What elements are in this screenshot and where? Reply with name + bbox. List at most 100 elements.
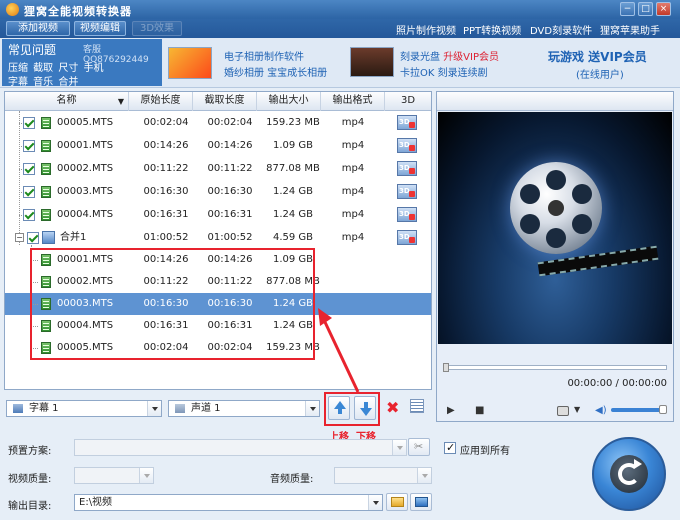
effects-3d-button[interactable]: 3D效果 [132, 21, 182, 36]
3d-toggle-icon[interactable]: 3D [397, 161, 417, 176]
table-row[interactable]: 00004.MTS 00:16:31 00:16:31 1.24 GB mp4 … [5, 204, 431, 226]
seek-bar[interactable] [443, 363, 667, 372]
col-name[interactable]: 名称 ▼ [5, 92, 129, 111]
faq-title: 常见问题 [8, 43, 57, 57]
preview-panel: 00:00:00 / 00:00:00 ▶ ■ ▼ ◀) [436, 91, 674, 422]
preview-header [437, 92, 673, 111]
faq-links-line1[interactable]: 压缩 截取 尺寸 手机 [8, 59, 104, 74]
chevron-down-icon [368, 495, 382, 510]
table-row[interactable]: 00001.MTS 00:14:26 00:14:26 1.09 GB mp4 … [5, 135, 431, 157]
output-dir-select[interactable]: E:\视频 [74, 494, 383, 511]
chevron-down-icon[interactable]: ▼ [574, 405, 580, 414]
volume-slider[interactable] [611, 405, 667, 414]
output-format[interactable]: mp4 [323, 227, 383, 249]
open-folder-icon [415, 497, 428, 507]
faq-panel[interactable]: 常见问题 客服QQ876292449 压缩 截取 尺寸 手机 字幕 音乐 合并 [2, 39, 162, 88]
folder-icon [391, 497, 404, 507]
col-cut[interactable]: 截取长度 [193, 92, 257, 111]
col-3d[interactable]: 3D [385, 92, 431, 111]
output-format[interactable]: mp4 [323, 112, 383, 134]
output-format[interactable]: mp4 [323, 181, 383, 203]
annotation-arrow-icon [318, 308, 360, 393]
3d-toggle-icon[interactable]: 3D [397, 230, 417, 245]
preset-select[interactable] [74, 439, 407, 456]
ad-burn-line1[interactable]: 刻录光盘 [400, 52, 440, 63]
table-row[interactable]: 00002.MTS 00:11:22 00:11:22 877.08 MB mp… [5, 158, 431, 180]
maximize-button[interactable]: □ [638, 2, 653, 16]
arrow-down-icon [360, 402, 372, 416]
col-size[interactable]: 输出大小 [257, 92, 321, 111]
row-checkbox[interactable] [27, 232, 39, 244]
apply-all-checkbox[interactable]: ✓ [444, 441, 456, 454]
move-down-button[interactable] [354, 396, 376, 420]
link-dvd-burn[interactable]: DVD刻录软件 [530, 22, 592, 37]
chevron-down-icon [417, 468, 431, 483]
3d-toggle-icon[interactable]: 3D [397, 207, 417, 222]
3d-toggle-icon[interactable]: 3D [397, 184, 417, 199]
open-output-button[interactable] [410, 493, 432, 511]
ad-burn-line2[interactable]: 卡拉OK 刻录连续剧 [400, 64, 488, 79]
col-format[interactable]: 输出格式 [321, 92, 385, 111]
merge-group-row[interactable]: − 合并1 01:00:52 01:00:52 4.59 GB mp4 3D [5, 227, 431, 249]
output-size: 4.59 GB [272, 232, 314, 243]
faq-links-line2[interactable]: 字幕 音乐 合并 [8, 73, 78, 88]
audio-quality-label: 音频质量: [270, 474, 314, 485]
link-photo-video[interactable]: 照片制作视频 [396, 22, 456, 37]
convert-button[interactable] [592, 437, 666, 511]
output-format[interactable]: mp4 [323, 204, 383, 226]
link-apple-helper[interactable]: 狸窝苹果助手 [600, 22, 660, 37]
add-video-button[interactable]: 添加视频 [6, 21, 70, 36]
cut-length: 00:11:22 [207, 163, 253, 174]
table-row[interactable]: 00005.MTS 00:02:04 00:02:04 159.23 MB mp… [5, 112, 431, 134]
game-ad-title: 玩游戏 送VIP会员 [548, 50, 647, 64]
audio-track-select[interactable]: 声道 1 [168, 400, 320, 417]
stop-icon[interactable]: ■ [475, 405, 484, 416]
link-ppt-video[interactable]: PPT转换视频 [463, 22, 521, 37]
collapse-toggle[interactable]: − [15, 233, 24, 242]
col-start[interactable]: 原始长度 [129, 92, 193, 111]
cut-length: 00:14:26 [207, 140, 253, 151]
toolbar: 添加视频 视频编辑 3D效果 照片制作视频 PPT转换视频 DVD刻录软件 狸窝… [0, 19, 680, 38]
row-checkbox[interactable] [23, 140, 35, 152]
window-title: 狸窝全能视频转换器 [24, 5, 132, 18]
output-dir-value: E:\视频 [79, 497, 113, 508]
output-format[interactable]: mp4 [323, 135, 383, 157]
video-file-icon [41, 117, 51, 129]
close-button[interactable]: × [656, 2, 671, 16]
output-format[interactable]: mp4 [323, 158, 383, 180]
3d-toggle-icon[interactable]: 3D [397, 138, 417, 153]
file-list-header: 名称 ▼ 原始长度 截取长度 输出大小 输出格式 3D [5, 92, 431, 111]
arrow-shaft [322, 319, 360, 393]
row-checkbox[interactable] [23, 186, 35, 198]
clear-list-icon[interactable] [410, 399, 424, 413]
volume-handle[interactable] [659, 405, 667, 414]
volume-icon[interactable]: ◀) [595, 405, 607, 416]
move-up-button[interactable] [328, 396, 350, 420]
file-name: 00002.MTS [57, 163, 114, 174]
apply-all-label[interactable]: 应用到所有 [460, 442, 510, 457]
3d-toggle-icon[interactable]: 3D [397, 115, 417, 130]
highlight-box [30, 248, 315, 360]
col-name-label: 名称 [56, 95, 77, 106]
delete-icon[interactable]: ✖ [386, 398, 399, 417]
ad-album-line2[interactable]: 婚纱相册 宝宝成长相册 [224, 64, 327, 79]
original-length: 00:02:04 [143, 117, 189, 128]
row-checkbox[interactable] [23, 163, 35, 175]
video-quality-label: 视频质量: [8, 474, 52, 485]
seek-handle[interactable] [443, 363, 449, 372]
row-checkbox[interactable] [23, 209, 35, 221]
minimize-button[interactable]: − [620, 2, 635, 16]
vip-upgrade-link[interactable]: 升级VIP会员 [443, 52, 499, 63]
row-checkbox[interactable] [23, 117, 35, 129]
ad-album-line1[interactable]: 电子相册制作软件 [224, 48, 304, 63]
browse-folder-button[interactable] [386, 493, 408, 511]
table-row[interactable]: 00003.MTS 00:16:30 00:16:30 1.24 GB mp4 … [5, 181, 431, 203]
video-edit-button[interactable]: 视频编辑 [74, 21, 126, 36]
original-length: 00:11:22 [143, 163, 189, 174]
snapshot-icon[interactable] [557, 406, 569, 416]
subtitle-select[interactable]: 字幕 1 [6, 400, 162, 417]
video-quality-select[interactable] [74, 467, 154, 484]
preset-settings-button[interactable]: ✂ [408, 438, 430, 456]
play-icon[interactable]: ▶ [447, 405, 455, 416]
audio-quality-select[interactable] [334, 467, 432, 484]
